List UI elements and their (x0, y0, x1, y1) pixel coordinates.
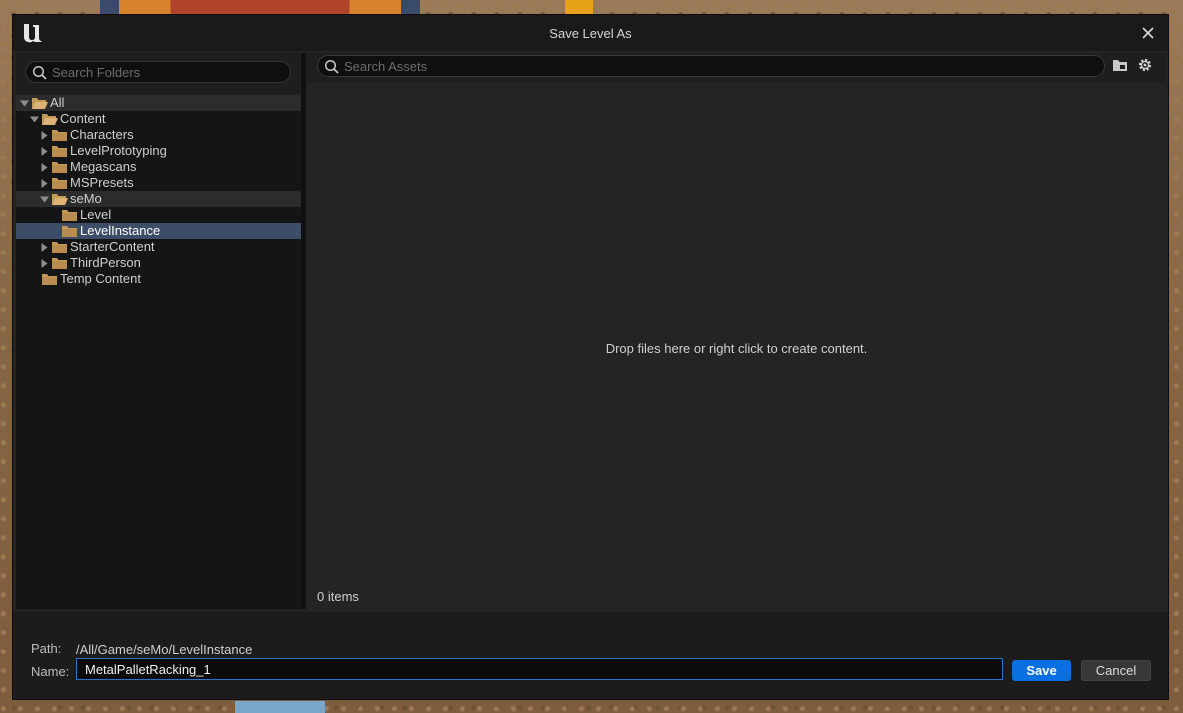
save-options-bar: Path: /All/Game/seMo/LevelInstance Name:… (13, 612, 1168, 699)
folder-tree-item-label: ThirdPerson (70, 255, 141, 270)
close-icon[interactable] (1138, 23, 1158, 43)
asset-search-input[interactable] (344, 56, 1096, 76)
folder-icon (52, 162, 67, 173)
folder-icon (52, 242, 67, 253)
chevron-right-icon[interactable] (40, 163, 49, 172)
folder-tree-item[interactable]: Characters (16, 127, 301, 143)
folder-icon (52, 130, 67, 141)
folder-tree-item-label: All (50, 95, 65, 110)
folder-tree-item-label: Characters (70, 127, 134, 142)
name-field[interactable] (76, 658, 1003, 680)
folder-tree-item-label: Temp Content (60, 271, 141, 286)
folder-icon[interactable] (1111, 56, 1129, 74)
folder-tree-item-label: LevelPrototyping (70, 143, 167, 158)
folder-tree-item[interactable]: Temp Content (16, 271, 301, 287)
folder-open-icon (42, 114, 58, 125)
folder-open-icon (52, 194, 68, 205)
folder-icon (62, 226, 77, 237)
name-label: Name: (31, 664, 70, 679)
folder-tree-item[interactable]: LevelInstance (16, 223, 301, 239)
asset-search-box[interactable] (317, 55, 1105, 77)
folder-tree-item[interactable]: MSPresets (16, 175, 301, 191)
asset-toolbar (306, 53, 1167, 83)
folder-tree-item[interactable]: LevelPrototyping (16, 143, 301, 159)
chevron-right-icon[interactable] (40, 179, 49, 188)
dialog-title: Save Level As (549, 26, 632, 41)
items-count: 0 items (317, 589, 359, 604)
folder-open-icon (32, 98, 48, 109)
save-level-dialog: Save Level As AllContentCharactersLevelP… (12, 14, 1169, 700)
search-icon (32, 65, 47, 80)
folder-tree-item-label: StarterContent (70, 239, 155, 254)
background-scene-object (235, 701, 325, 713)
chevron-right-icon[interactable] (40, 147, 49, 156)
chevron-down-icon[interactable] (30, 115, 39, 124)
folder-search-bar (16, 53, 301, 95)
folder-tree-item[interactable]: seMo (16, 191, 301, 207)
background-scene-object (100, 0, 420, 14)
folder-tree: All Content Characters LevelPrototyping Mega… (16, 95, 301, 287)
folder-tree-item-label: MSPresets (70, 175, 134, 190)
folder-search-box[interactable] (25, 61, 291, 83)
chevron-right-icon[interactable] (40, 131, 49, 140)
folder-tree-item-label: LevelInstance (80, 223, 161, 238)
cancel-button[interactable]: Cancel (1081, 660, 1151, 681)
folder-tree-item[interactable]: Megascans (16, 159, 301, 175)
gear-icon[interactable] (1136, 56, 1154, 74)
folder-icon (52, 258, 67, 269)
folder-tree-item[interactable]: ThirdPerson (16, 255, 301, 271)
chevron-down-icon[interactable] (40, 195, 49, 204)
chevron-right-icon[interactable] (40, 243, 49, 252)
path-label: Path: (31, 641, 62, 656)
folder-tree-item[interactable]: StarterContent (16, 239, 301, 255)
folder-tree-item-label: Megascans (70, 159, 137, 174)
path-value: /All/Game/seMo/LevelInstance (76, 642, 253, 657)
folder-icon (52, 178, 67, 189)
chevron-down-icon[interactable] (20, 99, 29, 108)
search-icon (324, 59, 339, 74)
empty-content-message: Drop files here or right click to create… (605, 341, 868, 356)
folder-panel: AllContentCharactersLevelPrototypingMega… (16, 53, 301, 609)
save-button[interactable]: Save (1012, 660, 1071, 681)
chevron-right-icon[interactable] (40, 259, 49, 268)
background-scene-object (565, 0, 593, 14)
folder-tree-item-label: Level (80, 207, 112, 222)
folder-search-input[interactable] (52, 62, 282, 82)
folder-tree-item[interactable]: All (16, 95, 301, 111)
title-bar[interactable]: Save Level As (13, 15, 1168, 51)
folder-icon (62, 210, 77, 221)
folder-icon (42, 274, 57, 285)
folder-tree-item-label: Content (60, 111, 106, 126)
folder-tree-item[interactable]: Content (16, 111, 301, 127)
folder-icon (52, 146, 67, 157)
folder-tree-item[interactable]: Level (16, 207, 301, 223)
folder-tree-item-label: seMo (70, 191, 102, 206)
asset-panel[interactable]: Drop files here or right click to create… (306, 53, 1167, 609)
